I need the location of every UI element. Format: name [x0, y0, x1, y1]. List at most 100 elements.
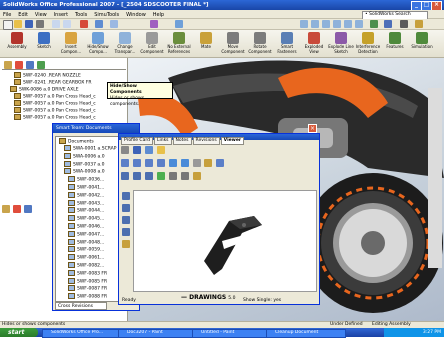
save-file-icon[interactable]	[132, 146, 141, 154]
open-icon[interactable]	[14, 20, 22, 28]
document-item[interactable]: SWF-0046...	[68, 223, 104, 230]
settings-icon[interactable]	[204, 159, 213, 167]
document-item[interactable]: SWF-0041...	[68, 184, 104, 191]
options-icon[interactable]	[110, 20, 118, 28]
menu-file[interactable]: File	[3, 12, 11, 18]
play-icon[interactable]	[156, 172, 165, 180]
side-tool-2-icon[interactable]	[122, 204, 130, 212]
command-button[interactable]: Mate	[193, 32, 219, 50]
tree-item[interactable]: SWF-0057 a.0 Pan Cross Head_c	[14, 93, 96, 100]
document-item[interactable]: SWF-0087 FR	[68, 285, 107, 292]
document-item[interactable]: SWF-0044...	[68, 207, 104, 214]
zoom-in-icon[interactable]	[121, 159, 129, 167]
menu-insert[interactable]: Insert	[54, 12, 68, 18]
measure-tool-icon[interactable]	[192, 172, 201, 180]
command-button[interactable]: Sketch	[31, 32, 57, 50]
measure-icon[interactable]	[175, 20, 183, 28]
simulation-tab-icon[interactable]	[37, 61, 45, 69]
menu-window[interactable]: Window	[126, 12, 146, 18]
document-item[interactable]: SWF-0037 a.0	[64, 160, 104, 167]
iso-view-icon[interactable]	[180, 159, 189, 167]
side-tool-3-icon[interactable]	[122, 216, 130, 224]
select-arrow-icon[interactable]	[192, 159, 201, 167]
command-button[interactable]: Insert Compon...	[58, 32, 84, 54]
tab-notes[interactable]: Notes	[172, 137, 192, 145]
next-frame-icon[interactable]	[144, 172, 153, 180]
section-view-icon[interactable]	[400, 20, 408, 28]
view-orientation-icon[interactable]	[370, 20, 378, 28]
document-item[interactable]: SWF-0036...	[68, 176, 104, 183]
menu-help[interactable]: Help	[153, 12, 164, 18]
document-item[interactable]: SWF-0082...	[68, 262, 104, 269]
property-manager-tab-icon[interactable]	[15, 61, 23, 69]
side-tool-4-icon[interactable]	[122, 228, 130, 236]
documents-root[interactable]: Documents	[59, 138, 94, 145]
lower-pane-feature-icon[interactable]	[2, 205, 10, 213]
menu-edit[interactable]: Edit	[18, 12, 28, 18]
network-icon[interactable]	[216, 159, 225, 167]
redo-icon[interactable]	[63, 20, 71, 28]
command-button[interactable]: Edit Component	[139, 32, 165, 54]
new-icon[interactable]	[3, 20, 13, 30]
tree-item[interactable]: SWF-0241 .REAR GEARBOX FR	[14, 79, 91, 86]
document-item[interactable]: SWF-0083 FR	[68, 269, 107, 276]
document-item[interactable]: SWA-0008 a.0	[64, 168, 105, 175]
select-icon[interactable]	[95, 20, 103, 28]
zoom-fit-icon[interactable]	[300, 20, 308, 28]
undo-icon[interactable]	[52, 20, 60, 28]
cube-view-icon[interactable]	[168, 159, 177, 167]
help-icon[interactable]	[415, 20, 423, 28]
side-tool-5-icon[interactable]	[122, 240, 130, 248]
zoom-window-icon[interactable]	[144, 159, 153, 167]
lower-pane-config-icon[interactable]	[24, 205, 32, 213]
open-folder-icon[interactable]	[156, 146, 165, 154]
revision-select[interactable]: Cross Revisions	[55, 302, 107, 310]
menu-simutools[interactable]: SimuTools	[94, 12, 119, 18]
prev-frame-icon[interactable]	[132, 172, 141, 180]
document-item[interactable]: SWF-0085 FR	[68, 277, 107, 284]
tree-item[interactable]: SWK-0086 a.0 DRIVE AXLE	[10, 86, 79, 93]
document-item[interactable]: SWF-0042...	[68, 191, 104, 198]
document-item[interactable]: SWF-0048...	[68, 238, 104, 245]
display-style-icon[interactable]	[384, 20, 392, 28]
command-button[interactable]: Interference Detection	[355, 32, 381, 54]
configuration-tab-icon[interactable]	[26, 61, 34, 69]
document-item[interactable]: SWF-0047...	[68, 230, 104, 237]
document-item[interactable]: SWA-0001 a.SCRAP	[64, 145, 116, 152]
zoom-area-icon[interactable]	[311, 20, 319, 28]
zoom-selection-icon[interactable]	[333, 20, 341, 28]
command-button[interactable]: Smart Fasteners	[274, 32, 300, 54]
side-tool-1-icon[interactable]	[122, 192, 130, 200]
lower-pane-property-icon[interactable]	[13, 205, 21, 213]
command-button[interactable]: No External References	[166, 32, 192, 54]
open-file-icon[interactable]	[121, 146, 129, 154]
explode-icon[interactable]	[180, 172, 189, 180]
zoom-in-out-icon[interactable]	[322, 20, 330, 28]
tree-item[interactable]: SWF-0057 a.0 Pan Cross Head_c	[14, 107, 96, 114]
tree-item[interactable]: SWF-0057 a.0 Pan Cross Head_c	[14, 114, 96, 121]
rebuild-icon[interactable]	[80, 20, 88, 28]
command-button[interactable]: Features	[382, 32, 408, 50]
first-frame-icon[interactable]	[121, 172, 129, 180]
command-button[interactable]: Explode Line Sketch	[328, 32, 354, 54]
appearance-icon[interactable]	[150, 20, 158, 28]
viewer-close-button[interactable]: ×	[308, 124, 317, 133]
tab-profile-card[interactable]: Profile Card	[121, 137, 153, 145]
menu-view[interactable]: View	[35, 12, 47, 18]
start-button[interactable]: start	[0, 328, 38, 337]
tree-item[interactable]: SWF-0057 a.0 Pan Cross Head_c	[14, 100, 96, 107]
command-button[interactable]: Hide/Show Compo...	[85, 32, 111, 54]
feature-manager-tab-icon[interactable]	[4, 61, 12, 69]
command-button[interactable]: Exploded View	[301, 32, 327, 54]
zoom-out-icon[interactable]	[132, 159, 141, 167]
animate-icon[interactable]	[168, 172, 177, 180]
command-button[interactable]: Assembly	[4, 32, 30, 50]
menu-tools[interactable]: Tools	[75, 12, 87, 18]
tab-revisions[interactable]: Revisions	[192, 137, 220, 145]
tree-item[interactable]: SWF-0240 .REAR NOZZLE	[14, 72, 81, 79]
viewer-3d-canvas[interactable]	[133, 190, 317, 292]
document-item[interactable]: SWA-0006 a.0	[64, 152, 105, 159]
rotate-view-icon[interactable]	[344, 20, 352, 28]
print-icon[interactable]	[36, 20, 44, 28]
document-item[interactable]: SWF-0088 FR	[68, 293, 107, 300]
